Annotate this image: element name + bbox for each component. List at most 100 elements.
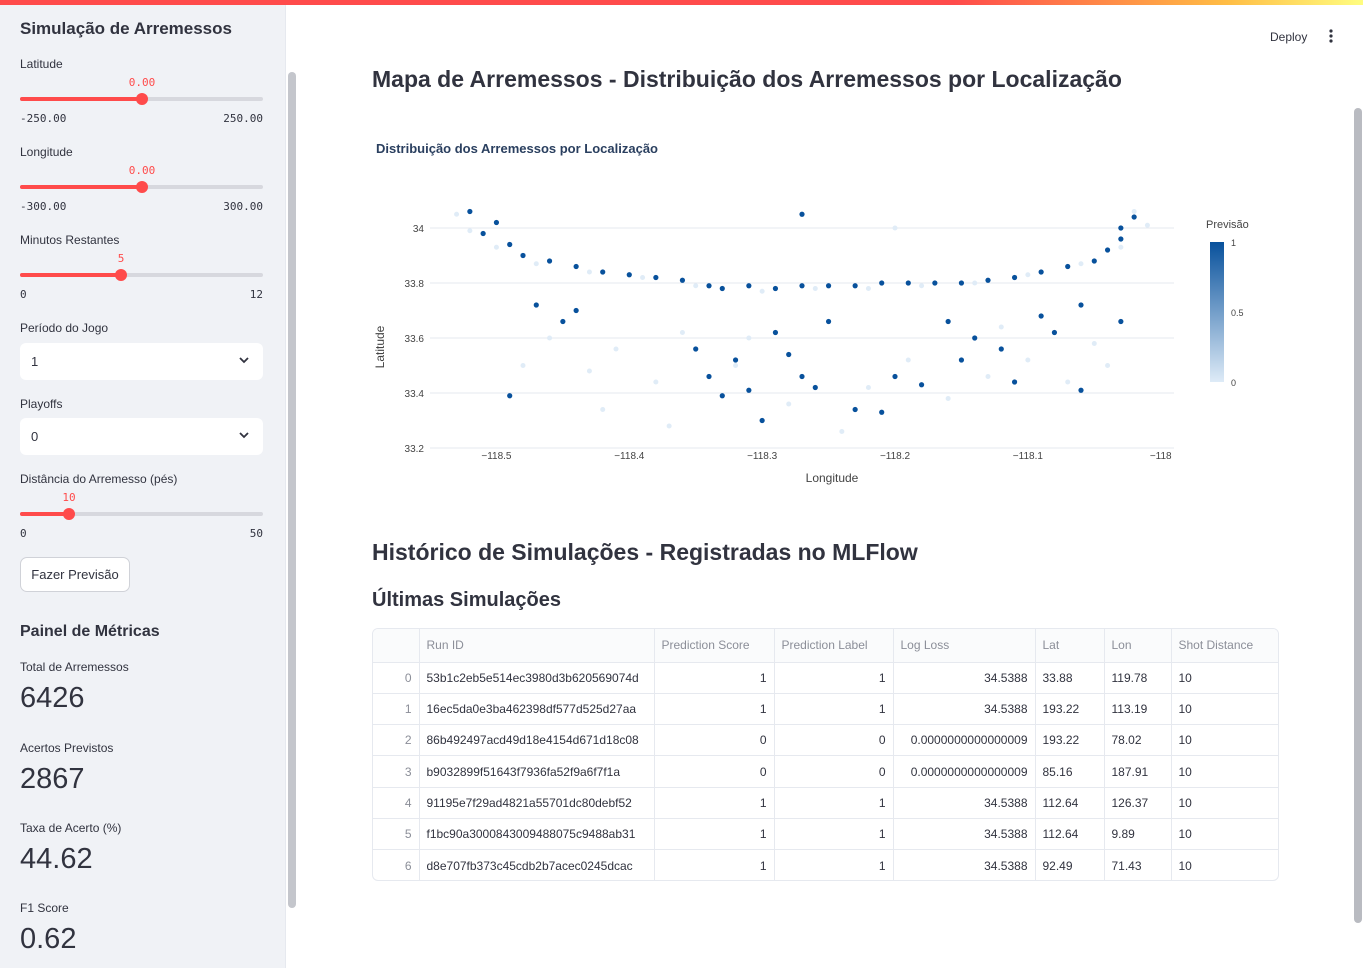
scatter-point-hit bbox=[693, 346, 699, 352]
table-row[interactable]: 6 d8e707fb373c45cdb2b7acec0245dcac 1 1 34.53… bbox=[373, 849, 1278, 880]
table-body: 0 53b1c2eb5e514ec3980d3b620569074d 1 1 34.53… bbox=[373, 662, 1278, 880]
longitude-slider[interactable]: 0.00 -300.00 300.00 bbox=[20, 164, 263, 213]
column-header[interactable]: Prediction Label bbox=[774, 629, 894, 663]
scatter-point-hit bbox=[985, 277, 991, 283]
table-cell: d8e707fb373c45cdb2b7acec0245dcac bbox=[419, 849, 655, 880]
x-tick-label: −118 bbox=[1150, 451, 1172, 462]
deploy-button[interactable]: Deploy bbox=[1270, 30, 1307, 44]
scatter-point-hit bbox=[706, 283, 712, 289]
scatter-point-miss bbox=[653, 379, 659, 385]
period-select-value: 1 bbox=[31, 354, 39, 369]
scatter-point-hit bbox=[786, 351, 792, 358]
more-options-icon[interactable] bbox=[1323, 28, 1339, 44]
slider-thumb[interactable] bbox=[136, 93, 148, 105]
scatter-point-hit bbox=[1118, 225, 1124, 231]
scatter-point-miss bbox=[1118, 244, 1124, 250]
column-header[interactable]: Log Loss bbox=[893, 629, 1036, 663]
scatter-point-hit bbox=[1051, 329, 1058, 336]
scatter-point-hit bbox=[825, 283, 832, 289]
scatter-point-miss bbox=[613, 346, 619, 352]
table-cell: 113.19 bbox=[1104, 693, 1172, 726]
x-tick-label: −118.1 bbox=[1013, 451, 1044, 462]
scatter-point-miss bbox=[666, 423, 672, 429]
scatter-point-hit bbox=[1091, 258, 1097, 264]
scatter-point-miss bbox=[865, 286, 871, 291]
scatter-point-miss bbox=[1025, 357, 1031, 363]
sidebar-scrollbar[interactable] bbox=[288, 72, 296, 908]
chart-svg[interactable]: 34 33.8 33.6 33.4 33.2 −118.5 −118.4 −118.3 −118… bbox=[372, 128, 1272, 498]
scatter-point-hit bbox=[1011, 379, 1018, 385]
latitude-slider[interactable]: 0.00 -250.00 250.00 bbox=[20, 76, 263, 125]
table-cell: 85.16 bbox=[1035, 755, 1105, 788]
table-cell: 193.22 bbox=[1035, 693, 1105, 726]
colorbar bbox=[1210, 242, 1224, 382]
column-header[interactable]: Shot Distance bbox=[1171, 629, 1278, 663]
metric-label: Taxa de Acerto (%) bbox=[20, 821, 122, 835]
minutes-slider[interactable]: 5 0 12 bbox=[20, 252, 263, 301]
metrics-title: Painel de Métricas bbox=[20, 623, 160, 640]
distance-slider[interactable]: 10 0 50 bbox=[20, 491, 263, 540]
table-cell: 0 bbox=[774, 724, 894, 757]
scatter-point-hit bbox=[958, 280, 965, 286]
table-cell: 119.78 bbox=[1104, 662, 1172, 694]
scatter-point-hit bbox=[493, 219, 500, 226]
sidebar-title: Simulação de Arremessos bbox=[20, 19, 232, 38]
table-row[interactable]: 2 86b492497acd49d18e4154d671d18c08 0 0 0.000… bbox=[373, 724, 1278, 757]
minutes-label: Minutos Restantes bbox=[20, 233, 120, 247]
scatter-point-miss bbox=[759, 288, 765, 294]
scatter-point-miss bbox=[746, 335, 752, 341]
y-axis-label: Latitude bbox=[373, 325, 387, 368]
scatter-point-miss bbox=[1144, 222, 1150, 228]
scatter-point-hit bbox=[732, 357, 739, 363]
scatter-point-miss bbox=[533, 261, 539, 267]
table-row[interactable]: 5 f1bc90a3000843009488075c9488ab31 1 1 34.53… bbox=[373, 818, 1278, 851]
slider-thumb[interactable] bbox=[136, 181, 148, 193]
scatter-point-miss bbox=[640, 275, 646, 280]
scatter-point-hit bbox=[945, 318, 951, 325]
table-cell: 187.91 bbox=[1104, 755, 1172, 788]
playoffs-select[interactable]: 0 bbox=[20, 418, 263, 455]
scatter-point-miss bbox=[972, 280, 978, 286]
table-cell: f1bc90a3000843009488075c9488ab31 bbox=[419, 818, 655, 851]
table-row[interactable]: 0 53b1c2eb5e514ec3980d3b620569074d 1 1 34.53… bbox=[373, 662, 1278, 694]
table-row[interactable]: 3 b9032899f51643f7936fa52f9a6f7f1a 0 0 0.000… bbox=[373, 755, 1278, 788]
scatter-point-miss bbox=[454, 211, 460, 217]
table-row[interactable]: 4 91195e7f29ad4821a55701dc80debf52 1 1 34.53… bbox=[373, 787, 1278, 819]
scatter-point-hit bbox=[972, 335, 978, 341]
slider-fill bbox=[20, 512, 69, 516]
scatter-point-miss bbox=[905, 357, 911, 363]
colorbar-tick-label: 0 bbox=[1231, 378, 1236, 388]
table-cell: 3 bbox=[373, 755, 420, 788]
table-cell: 112.64 bbox=[1035, 787, 1105, 819]
table-cell: 10 bbox=[1171, 787, 1278, 819]
table-cell: 16ec5da0e3ba462398df577d525d27aa bbox=[419, 693, 655, 726]
table-cell: 0 bbox=[654, 755, 775, 788]
sidebar: Simulação de Arremessos Latitude 0.00 -2… bbox=[0, 5, 286, 968]
slider-value: 0.00 bbox=[128, 164, 156, 177]
table-cell: 34.5388 bbox=[893, 818, 1036, 851]
predict-button[interactable]: Fazer Previsão bbox=[20, 557, 130, 592]
table-cell: 5 bbox=[373, 818, 420, 851]
metric-value: 44.62 bbox=[20, 843, 93, 875]
table-cell: 126.37 bbox=[1104, 787, 1172, 819]
scatter-point-hit bbox=[799, 211, 805, 217]
x-tick-label: −118.5 bbox=[481, 451, 512, 462]
period-label: Período do Jogo bbox=[20, 321, 109, 335]
column-header[interactable]: Run ID bbox=[419, 629, 655, 663]
y-tick-label: 34 bbox=[413, 224, 425, 235]
simulations-table[interactable]: Run ID Prediction Score Prediction Label Lo… bbox=[372, 628, 1279, 881]
slider-thumb[interactable] bbox=[63, 508, 75, 520]
column-header[interactable]: Lat bbox=[1035, 629, 1105, 663]
main-scrollbar[interactable] bbox=[1354, 108, 1362, 923]
slider-thumb[interactable] bbox=[115, 269, 127, 281]
table-cell: 1 bbox=[654, 849, 775, 880]
table-row[interactable]: 1 16ec5da0e3ba462398df577d525d27aa 1 1 34.53… bbox=[373, 693, 1278, 726]
period-select[interactable]: 1 bbox=[20, 343, 263, 380]
scatter-point-hit bbox=[852, 283, 858, 289]
scatter-point-hit bbox=[719, 393, 725, 399]
column-header[interactable] bbox=[373, 629, 420, 663]
table-cell: 34.5388 bbox=[893, 787, 1036, 819]
column-header[interactable]: Lon bbox=[1104, 629, 1172, 663]
table-cell: 2 bbox=[373, 724, 420, 757]
column-header[interactable]: Prediction Score bbox=[654, 629, 775, 663]
